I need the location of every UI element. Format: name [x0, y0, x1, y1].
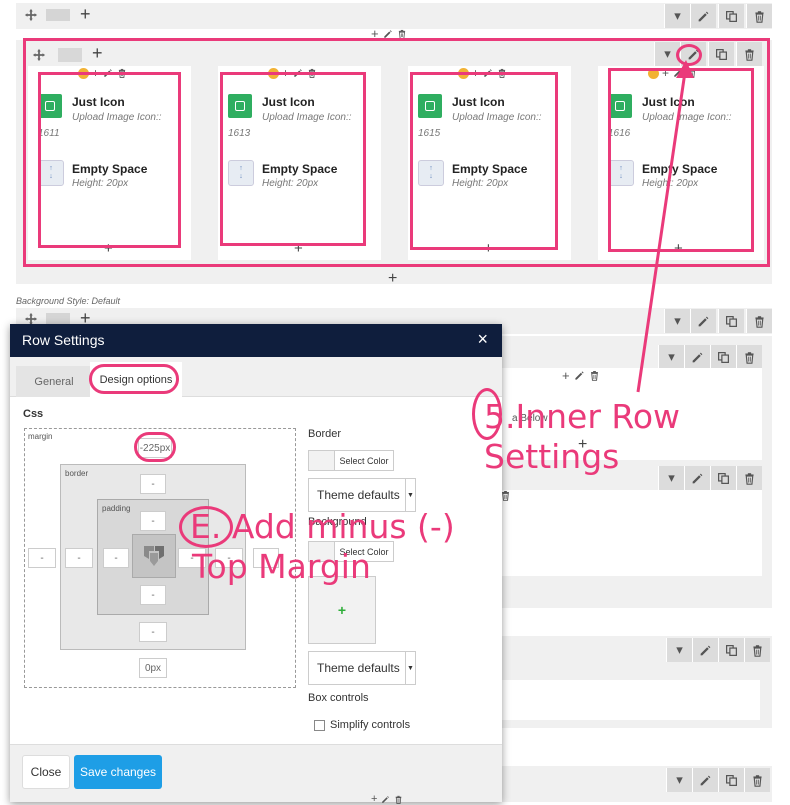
annotation-step5-line2: Settings — [484, 437, 620, 476]
annotation-stepE-line1: E. Add minus (-) — [190, 507, 455, 546]
annotation-stepE-line2: Top Margin — [192, 547, 371, 586]
annotation-step5-line1: 5.Inner Row — [484, 397, 681, 436]
